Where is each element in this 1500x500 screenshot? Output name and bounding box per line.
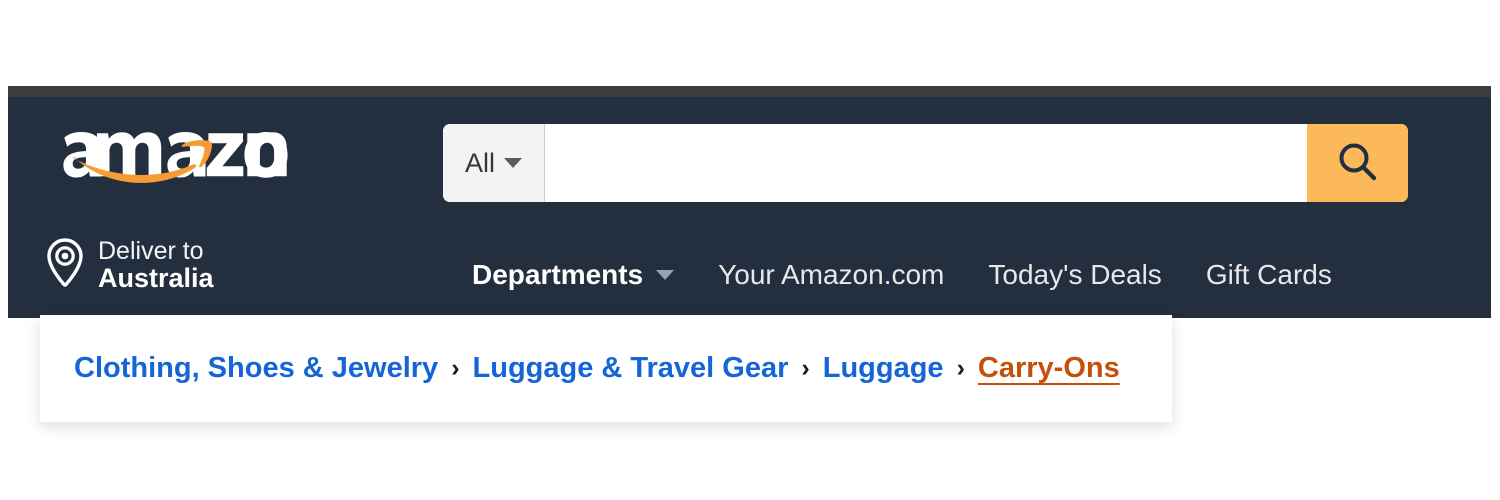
nav-item-departments[interactable]: Departments (472, 259, 675, 291)
nav-item-label: Your Amazon.com (718, 259, 945, 290)
breadcrumb-item-clothing-shoes-jewelry[interactable]: Clothing, Shoes & Jewelry (74, 352, 438, 385)
search-bar: All (443, 124, 1408, 202)
nav-item-label: Departments (472, 259, 644, 290)
search-scope-dropdown[interactable]: All (443, 124, 545, 202)
breadcrumb-separator-icon: › (451, 354, 460, 382)
search-submit-button[interactable] (1307, 124, 1408, 202)
deliver-to-country: Australia (98, 263, 214, 294)
breadcrumb-separator-icon: › (956, 354, 965, 382)
deliver-to-label: Deliver to (98, 236, 204, 265)
amazon-logo[interactable] (60, 113, 292, 199)
nav-item-label: Gift Cards (1205, 259, 1332, 290)
breadcrumb-panel: Clothing, Shoes & Jewelry › Luggage & Trav… (40, 315, 1172, 422)
search-input[interactable] (545, 124, 1307, 202)
search-icon (1335, 139, 1381, 188)
location-pin-icon (44, 237, 86, 294)
nav-item-today-s-deals[interactable]: Today's Deals (988, 259, 1161, 291)
breadcrumb: Clothing, Shoes & Jewelry › Luggage & Trav… (74, 315, 1120, 422)
chevron-down-icon (504, 158, 522, 168)
main-nav: Departments Your Amazon.com Today's Deals G… (472, 259, 1332, 291)
breadcrumb-separator-icon: › (801, 354, 810, 382)
deliver-to-button[interactable]: Deliver to Australia (44, 237, 214, 294)
chevron-down-icon (656, 270, 675, 280)
breadcrumb-item-carry-ons[interactable]: Carry-Ons (978, 352, 1120, 385)
nav-item-gift-cards[interactable]: Gift Cards (1206, 259, 1332, 291)
breadcrumb-item-luggage-travel-gear[interactable]: Luggage & Travel Gear (473, 352, 789, 385)
search-scope-label: All (464, 147, 495, 178)
nav-item-label: Today's Deals (988, 259, 1162, 290)
breadcrumb-item-luggage[interactable]: Luggage (823, 352, 944, 385)
header-top-strip (8, 86, 1491, 97)
nav-item-your-amazon-com[interactable]: Your Amazon.com (718, 259, 944, 291)
